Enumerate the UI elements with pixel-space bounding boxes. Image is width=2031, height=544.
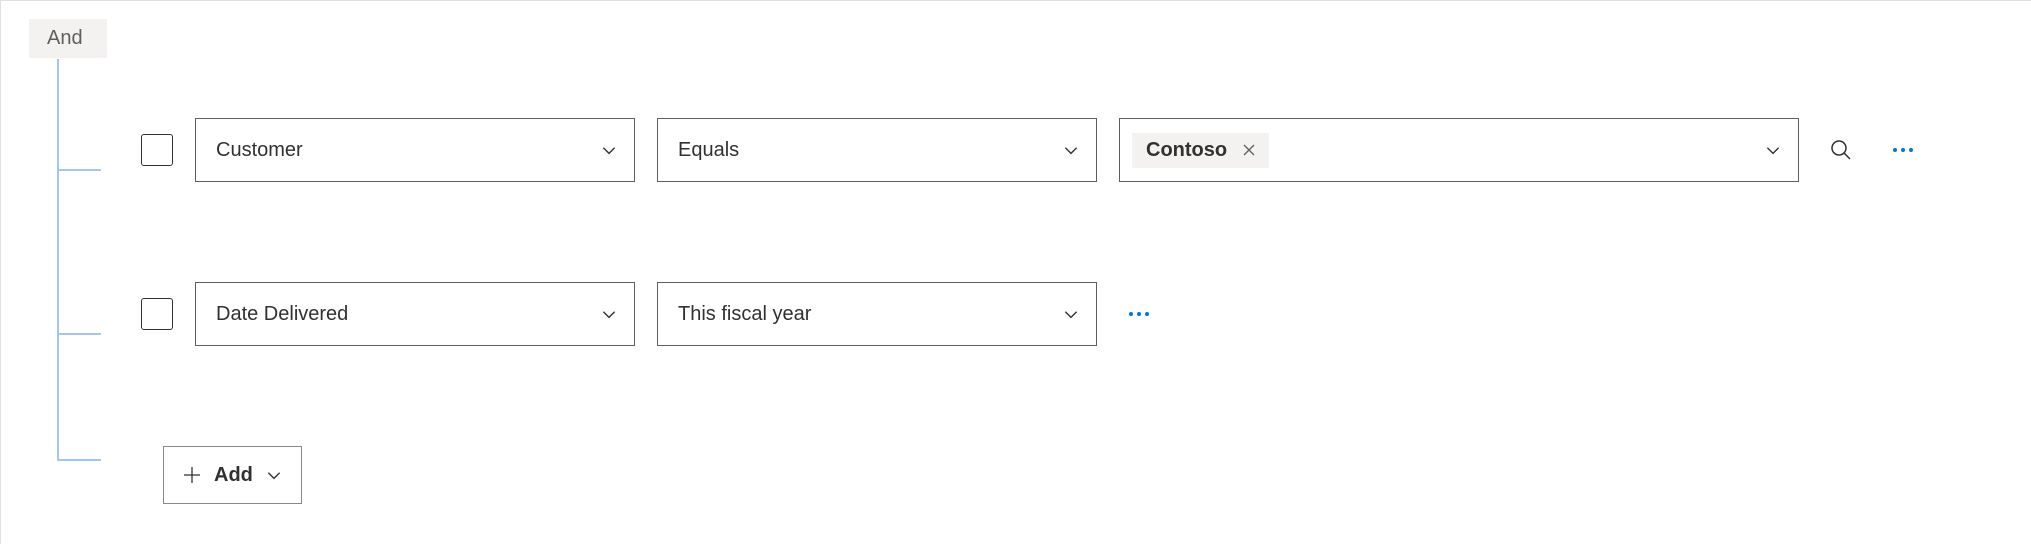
close-icon[interactable] bbox=[1241, 142, 1257, 158]
field-label: Customer bbox=[216, 139, 303, 162]
more-icon[interactable] bbox=[1119, 310, 1159, 318]
tree-vertical-line bbox=[57, 59, 59, 459]
tree-horizontal-line bbox=[57, 459, 101, 461]
add-button-label: Add bbox=[214, 464, 253, 487]
tree-horizontal-line bbox=[57, 169, 101, 171]
chevron-down-icon bbox=[600, 141, 618, 159]
tree-horizontal-line bbox=[57, 333, 101, 335]
filter-row: Date Delivered This fiscal year bbox=[141, 282, 2031, 346]
operator-dropdown[interactable]: Equals bbox=[657, 118, 1097, 182]
operator-dropdown[interactable]: This fiscal year bbox=[657, 282, 1097, 346]
chevron-down-icon bbox=[1062, 141, 1080, 159]
field-dropdown[interactable]: Customer bbox=[195, 118, 635, 182]
operator-label: Equals bbox=[678, 139, 739, 162]
row-checkbox[interactable] bbox=[141, 134, 173, 166]
add-row: Add bbox=[141, 446, 2031, 504]
chevron-down-icon bbox=[1764, 141, 1782, 159]
chevron-down-icon bbox=[265, 466, 283, 484]
filter-rows: Customer Equals Contoso bbox=[1, 58, 2031, 504]
operator-label: This fiscal year bbox=[678, 303, 811, 326]
group-operator-label: And bbox=[47, 27, 83, 50]
more-icon[interactable] bbox=[1883, 146, 1923, 154]
value-tag-label: Contoso bbox=[1146, 139, 1227, 162]
field-dropdown[interactable]: Date Delivered bbox=[195, 282, 635, 346]
search-icon[interactable] bbox=[1821, 130, 1861, 170]
field-label: Date Delivered bbox=[216, 303, 348, 326]
value-dropdown[interactable]: Contoso bbox=[1119, 118, 1799, 182]
plus-icon bbox=[182, 465, 202, 485]
value-tag: Contoso bbox=[1132, 133, 1269, 168]
row-checkbox[interactable] bbox=[141, 298, 173, 330]
chevron-down-icon bbox=[600, 305, 618, 323]
add-button[interactable]: Add bbox=[163, 446, 302, 504]
chevron-down-icon bbox=[1062, 305, 1080, 323]
filter-row: Customer Equals Contoso bbox=[141, 118, 2031, 182]
group-operator-dropdown[interactable]: And bbox=[29, 19, 107, 58]
filter-builder: And Customer Equals bbox=[0, 0, 2031, 544]
